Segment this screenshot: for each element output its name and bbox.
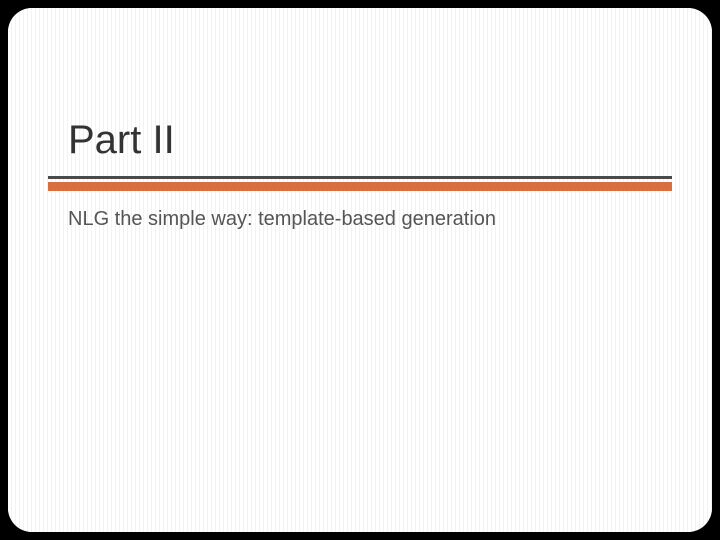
slide-subtitle: NLG the simple way: template-based gener… [68,208,496,231]
title-underline-accent [48,182,672,191]
slide-container: Part II NLG the simple way: template-bas… [8,8,712,532]
slide-content: Part II NLG the simple way: template-bas… [8,8,712,532]
slide-title: Part II [68,118,175,163]
title-underline-dark [48,176,672,179]
